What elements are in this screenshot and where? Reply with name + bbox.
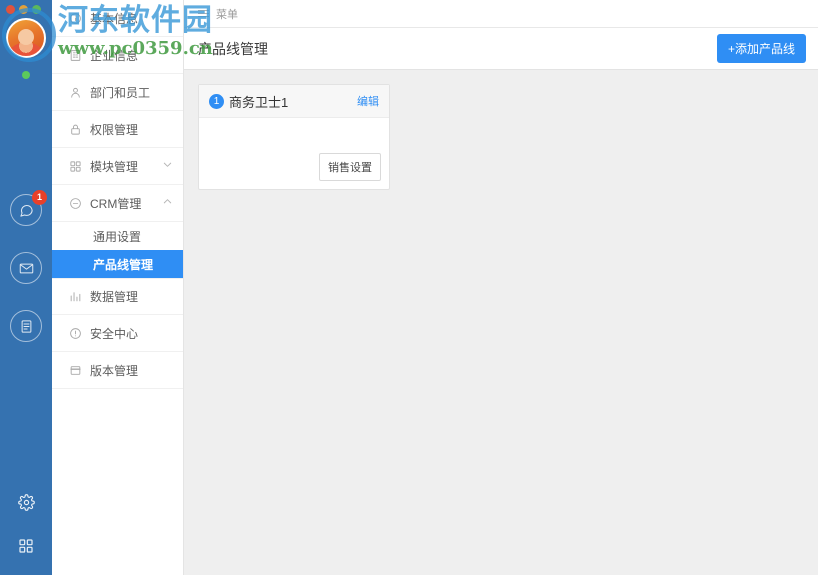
modules-icon (68, 160, 83, 173)
card-body: 销售设置 (199, 118, 389, 189)
sidebar-navigation: 基本信息 企业信息 部门和员工 权限管理 模块管理 CRM管理 通用设置 产品线… (52, 0, 184, 575)
sidebar-subitem-label: 通用设置 (93, 229, 142, 244)
apps-icon[interactable] (18, 538, 34, 557)
window-controls (0, 0, 52, 14)
lock-icon (68, 123, 83, 136)
card-header: 1 商务卫士1 编辑 (199, 85, 389, 118)
sidebar-item-security-center[interactable]: 安全中心 (52, 315, 183, 352)
online-status-dot (22, 71, 30, 79)
card-number-badge: 1 (209, 93, 224, 109)
sidebar-item-label: 数据管理 (90, 290, 139, 304)
sidebar-subitem-product-line-management[interactable]: 产品线管理 (52, 250, 183, 278)
chevron-up-icon (162, 196, 173, 210)
window-close-button[interactable] (6, 4, 15, 14)
sidebar-item-permissions[interactable]: 权限管理 (52, 111, 183, 148)
application-window: 1 基本信息 企业信息 部门和员工 权限管理 模块管理 CRM管理 通用设置 产… (0, 0, 818, 575)
sidebar-item-version-management[interactable]: 版本管理 (52, 352, 183, 389)
info-icon (68, 12, 83, 25)
notes-icon[interactable] (10, 310, 42, 342)
sidebar-item-company-info[interactable]: 企业信息 (52, 37, 183, 74)
sidebar-item-label: 版本管理 (90, 363, 139, 378)
user-icon (68, 86, 83, 99)
window-minimize-button[interactable] (19, 4, 28, 14)
hamburger-menu-icon[interactable] (198, 9, 209, 18)
sidebar-item-label: 模块管理 (90, 159, 139, 174)
sidebar-item-departments-employees[interactable]: 部门和员工 (52, 74, 183, 111)
page-header: 产品线管理 +添加产品线 (184, 28, 818, 70)
sidebar-item-label: 安全中心 (90, 326, 139, 341)
sidebar-subitem-general-settings[interactable]: 通用设置 (52, 222, 183, 250)
mail-icon[interactable] (10, 252, 42, 284)
rail-bottom-icon-group (17, 494, 35, 557)
chart-icon (68, 290, 83, 303)
add-product-line-button[interactable]: +添加产品线 (716, 34, 806, 63)
sidebar-item-data-management[interactable]: 数据管理 (52, 278, 183, 315)
settings-icon[interactable] (17, 494, 35, 514)
window-icon (68, 364, 83, 377)
crm-icon (68, 197, 83, 210)
avatar[interactable] (6, 18, 46, 58)
sidebar-item-modules[interactable]: 模块管理 (52, 148, 183, 185)
chevron-down-icon (162, 159, 173, 173)
product-line-card-list: 1 商务卫士1 编辑 销售设置 (184, 70, 818, 575)
sidebar-item-label: 权限管理 (90, 122, 139, 137)
sidebar-item-basic-info[interactable]: 基本信息 (52, 0, 183, 37)
sidebar-subitem-label: 产品线管理 (93, 257, 154, 272)
sidebar-item-label: 企业信息 (90, 48, 139, 63)
chat-unread-badge: 1 (32, 190, 47, 205)
rail-icon-group: 1 (10, 190, 47, 342)
page-title: 产品线管理 (198, 40, 268, 57)
menu-label: 菜单 (216, 8, 238, 21)
sidebar-item-label: 部门和员工 (90, 85, 151, 100)
sidebar-item-crm[interactable]: CRM管理 (52, 185, 183, 222)
main-content-area: 菜单 产品线管理 +添加产品线 1 商务卫士1 编辑 销售设置 (184, 0, 818, 575)
building-icon (68, 49, 83, 62)
sidebar-item-label: 基本信息 (90, 11, 139, 26)
edit-link[interactable]: 编辑 (357, 93, 379, 109)
left-icon-rail: 1 (0, 0, 52, 575)
window-maximize-button[interactable] (32, 4, 41, 14)
alert-icon (68, 327, 83, 340)
menu-bar: 菜单 (184, 0, 818, 28)
product-line-card[interactable]: 1 商务卫士1 编辑 销售设置 (198, 84, 390, 190)
sidebar-item-label: CRM管理 (90, 196, 142, 211)
chat-icon[interactable]: 1 (10, 190, 47, 226)
card-title: 商务卫士1 (229, 94, 289, 110)
sales-settings-button[interactable]: 销售设置 (319, 153, 381, 181)
